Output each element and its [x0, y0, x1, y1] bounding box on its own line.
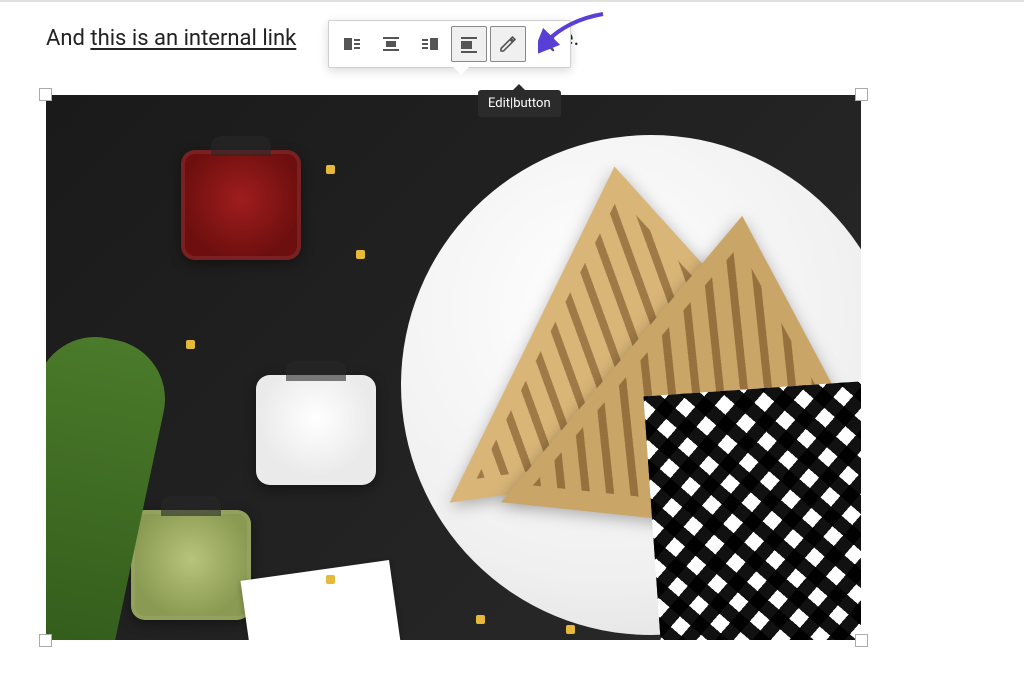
image-content-sauce-red — [181, 150, 301, 260]
tooltip: Edit|button — [478, 90, 561, 117]
image-content-napkin — [240, 560, 401, 640]
selected-image-container[interactable] — [46, 95, 861, 640]
text-prefix: And — [46, 26, 90, 51]
image-content-checkered-cloth — [644, 380, 861, 640]
resize-handle-bottom-right[interactable] — [855, 634, 868, 647]
resize-handle-bottom-left[interactable] — [39, 634, 52, 647]
align-left-icon — [342, 34, 362, 54]
align-none-icon — [459, 34, 479, 54]
image-content-corn — [326, 165, 335, 174]
image-content-sauce-white — [256, 375, 376, 485]
image-content-corn — [356, 250, 365, 259]
internal-link[interactable]: this is an internal link — [90, 26, 296, 51]
resize-handle-top-left[interactable] — [39, 88, 52, 101]
resize-handle-top-right[interactable] — [855, 88, 868, 101]
pencil-icon — [498, 34, 518, 54]
edit-button[interactable] — [490, 26, 526, 62]
image-content-sauce-green — [131, 510, 251, 620]
align-center-icon — [381, 34, 401, 54]
align-none-button[interactable] — [451, 26, 487, 62]
image-content-corn — [186, 340, 195, 349]
image-content-corn — [566, 625, 575, 634]
image-content-corn — [476, 615, 485, 624]
image-toolbar — [328, 20, 571, 68]
close-icon — [537, 34, 557, 54]
align-right-icon — [420, 34, 440, 54]
editor-image[interactable] — [46, 95, 861, 640]
align-right-button[interactable] — [412, 26, 448, 62]
align-left-button[interactable] — [334, 26, 370, 62]
remove-button[interactable] — [529, 26, 565, 62]
image-content-corn — [326, 575, 335, 584]
align-center-button[interactable] — [373, 26, 409, 62]
